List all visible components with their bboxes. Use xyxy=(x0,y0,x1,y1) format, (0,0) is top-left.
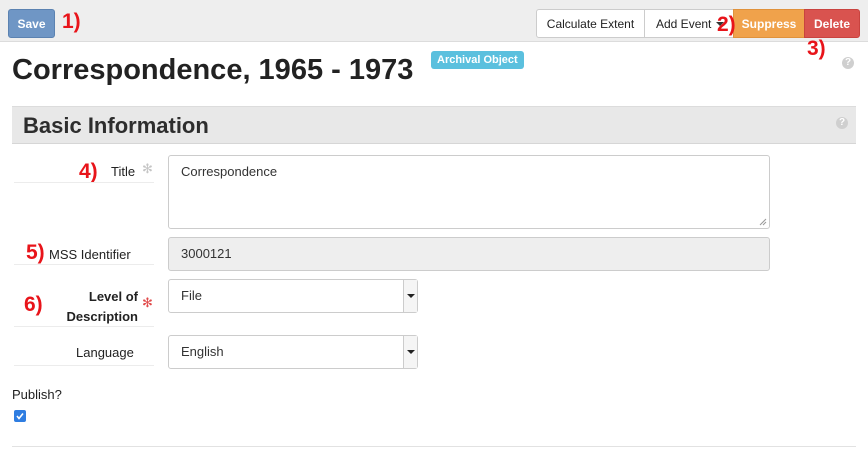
chevron-down-icon xyxy=(403,336,417,368)
title-label: Title xyxy=(111,164,136,179)
help-icon[interactable]: ? xyxy=(842,57,854,69)
level-label-line1: Level of xyxy=(88,289,138,304)
mss-identifier-value: 3000121 xyxy=(181,246,232,261)
suppress-button[interactable]: Suppress xyxy=(733,9,805,38)
section-bottom-border xyxy=(12,446,856,447)
delete-button[interactable]: Delete xyxy=(804,9,860,38)
title-value: Correspondence xyxy=(181,164,278,179)
resize-handle-icon[interactable] xyxy=(759,218,767,226)
add-event-label: Add Event xyxy=(656,16,712,31)
checkmark-icon xyxy=(16,413,24,420)
language-label: Language xyxy=(76,345,134,360)
save-button[interactable]: Save xyxy=(8,9,55,38)
optional-asterisk-icon: ✻ xyxy=(142,161,153,176)
language-value: English xyxy=(181,344,224,359)
required-asterisk-icon: ✻ xyxy=(142,295,153,310)
annotation-5: 5) xyxy=(26,241,45,264)
mss-identifier-label: MSS Identifier xyxy=(49,247,131,262)
annotation-2: 2) xyxy=(717,13,736,36)
row-divider xyxy=(14,326,154,327)
section-help-icon[interactable]: ? xyxy=(836,117,848,129)
row-divider xyxy=(14,264,154,265)
row-divider xyxy=(14,182,154,183)
mss-identifier-field: 3000121 xyxy=(168,237,770,271)
level-of-description-value: File xyxy=(181,288,202,303)
level-of-description-select[interactable]: File xyxy=(168,279,418,313)
level-label-line2: Description xyxy=(66,309,138,324)
row-divider xyxy=(14,365,154,366)
calculate-extent-button[interactable]: Calculate Extent xyxy=(536,9,645,38)
publish-label: Publish? xyxy=(12,387,62,402)
record-type-badge: Archival Object xyxy=(431,51,524,69)
language-select[interactable]: English xyxy=(168,335,418,369)
annotation-3: 3) xyxy=(807,37,826,60)
publish-checkbox[interactable] xyxy=(14,410,26,422)
annotation-6: 6) xyxy=(24,293,43,316)
page-title: Correspondence, 1965 - 1973 xyxy=(12,54,414,86)
title-textarea[interactable]: Correspondence xyxy=(168,155,770,229)
section-title: Basic Information xyxy=(23,113,209,138)
annotation-1: 1) xyxy=(62,10,81,33)
chevron-down-icon xyxy=(403,280,417,312)
section-header: Basic Information ? xyxy=(12,106,856,144)
annotation-4: 4) xyxy=(79,160,98,183)
